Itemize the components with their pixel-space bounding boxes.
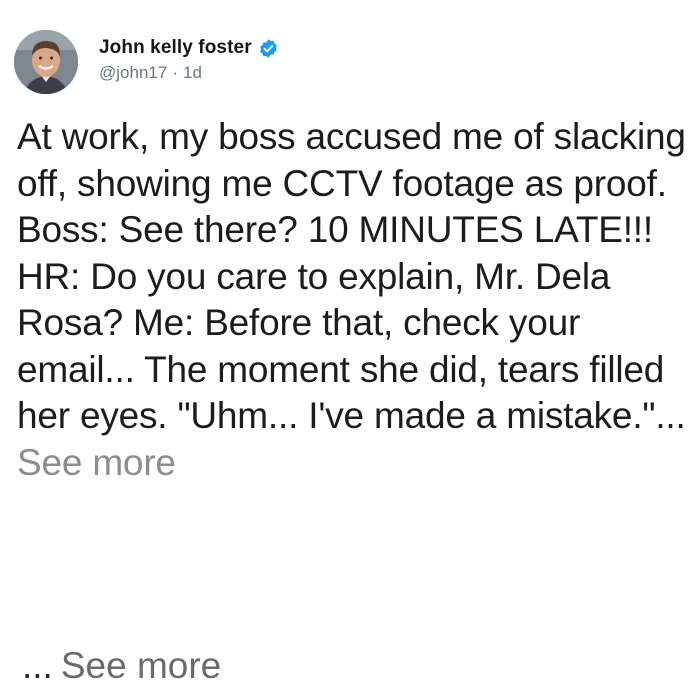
- name-row: John kelly foster: [99, 36, 279, 60]
- avatar-image: [14, 30, 78, 94]
- meta-separator: ·: [172, 63, 178, 82]
- post-card: John kelly foster @john17 · 1d At work, …: [0, 0, 700, 700]
- author-handle[interactable]: @john17: [99, 63, 167, 83]
- post-body: At work, my boss accused me of slacking …: [17, 114, 687, 486]
- author-display-name[interactable]: John kelly foster: [99, 37, 252, 59]
- meta-row: @john17 · 1d: [99, 63, 279, 83]
- post-body-text: At work, my boss accused me of slacking …: [17, 116, 686, 436]
- avatar[interactable]: [14, 30, 78, 94]
- footer-ellipsis: ...: [22, 645, 53, 686]
- author-info: John kelly foster @john17 · 1d: [99, 36, 279, 83]
- see-more-link[interactable]: See more: [17, 442, 176, 483]
- post-header: John kelly foster @john17 · 1d: [14, 30, 279, 94]
- footer-see-more-link[interactable]: See more: [61, 643, 221, 689]
- footer-see-more: ... See more: [22, 643, 221, 689]
- verified-badge-icon: [258, 38, 279, 59]
- post-timestamp[interactable]: 1d: [183, 63, 202, 83]
